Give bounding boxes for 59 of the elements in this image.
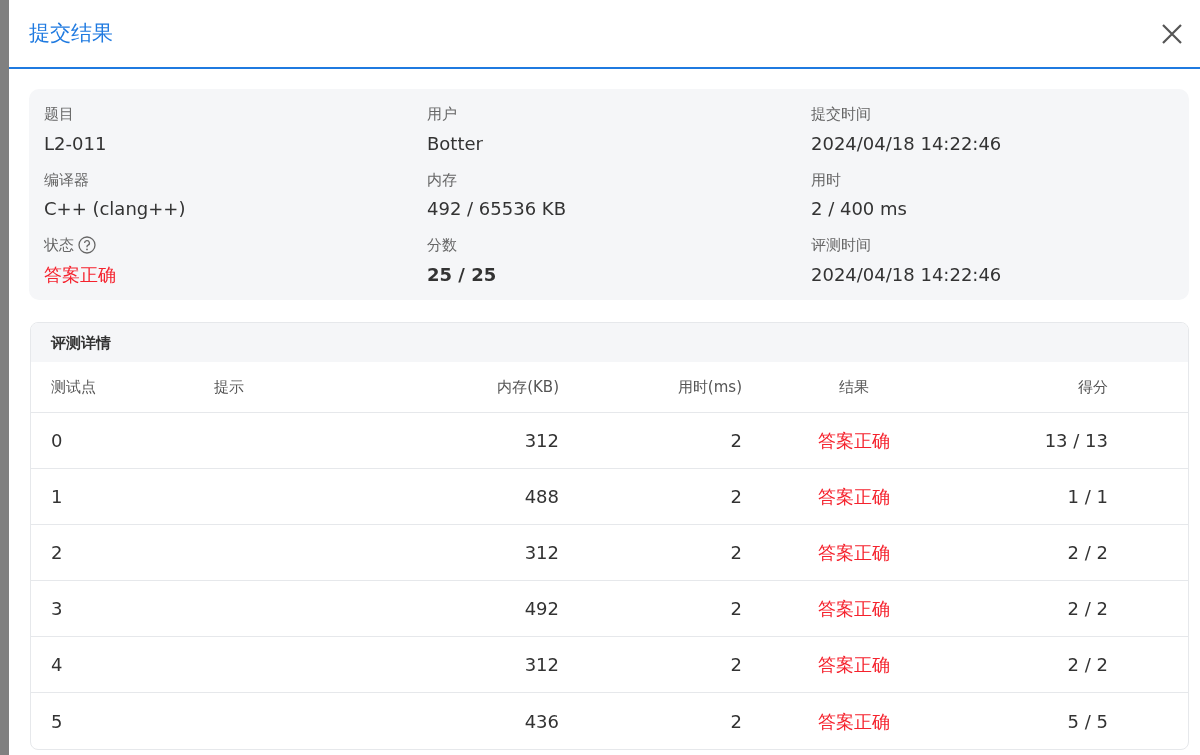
table-cell-text: 436 [523, 709, 559, 734]
table-cell-text: 2 [729, 709, 742, 734]
dialog-title: 提交结果 [29, 19, 113, 47]
field-label: 题目 [44, 104, 74, 125]
column-header: 提示 [214, 376, 245, 398]
column-header: 内存(KB) [496, 376, 559, 398]
field-value: 2024/04/18 14:22:46 [811, 131, 1003, 156]
table-cell-text: 答案正确 [817, 597, 891, 621]
table-cell-text: 5 [50, 709, 64, 734]
table-cell-text: 2 [729, 597, 742, 621]
table-cell-text: 312 [523, 541, 559, 565]
table-cell-text: 2 [729, 541, 742, 565]
table-cell-text: 13 / 13 [1043, 429, 1108, 453]
close-icon [1160, 21, 1184, 46]
table-cell-text: 2 [50, 541, 64, 565]
table-cell-text: 2 [729, 485, 742, 509]
field-value: 答案正确 [44, 262, 117, 287]
column-header: 用时(ms) [676, 376, 742, 398]
table-cell-text: 答案正确 [817, 429, 891, 453]
table-cell-text: 2 / 2 [1066, 541, 1108, 565]
table-cell-text: 312 [523, 653, 559, 677]
table-cell-text: 答案正确 [817, 541, 891, 565]
table-cell-text: 4 [50, 653, 64, 677]
table-cell-text: 答案正确 [817, 653, 891, 677]
column-header: 结果 [838, 376, 870, 398]
table-cell-text: 1 / 1 [1066, 485, 1108, 509]
table-cell-text: 312 [523, 429, 559, 453]
table-cell-text: 5 / 5 [1066, 709, 1108, 734]
field-value: 2 / 400 ms [811, 197, 908, 221]
field-label: 状态 [44, 235, 74, 256]
field-label: 内存 [427, 169, 457, 191]
table-cell-text: 488 [523, 485, 559, 509]
table-cell-text: 2 [729, 429, 742, 453]
field-label: 用户 [427, 104, 457, 125]
field-value: L2-011 [44, 131, 108, 156]
table-cell-text: 答案正确 [817, 709, 891, 734]
table-cell-text: 2 / 2 [1066, 597, 1108, 621]
column-header: 得分 [1077, 376, 1108, 398]
field-value: C++ (clang++) [44, 197, 187, 221]
field-label: 编译器 [44, 169, 89, 191]
column-header: 测试点 [50, 376, 97, 398]
field-value: 25 / 25 [427, 262, 498, 287]
field-label: 分数 [427, 235, 457, 256]
field-value: 492 / 65536 KB [427, 197, 567, 221]
help-icon[interactable] [78, 236, 96, 255]
table-cell-text: 0 [50, 429, 64, 453]
details-title: 评测详情 [31, 322, 1188, 362]
field-value: Botter [427, 131, 484, 156]
field-label: 提交时间 [811, 104, 871, 125]
field-label: 评测时间 [811, 235, 871, 256]
table-cell-text: 2 / 2 [1066, 653, 1108, 677]
close-button[interactable] [1160, 21, 1184, 46]
table-cell-text: 1 [50, 485, 64, 509]
table-cell-text: 答案正确 [817, 485, 891, 509]
field-label: 用时 [811, 169, 841, 191]
table-cell-text: 2 [729, 653, 742, 677]
table-cell-text: 492 [523, 597, 559, 621]
field-value: 2024/04/18 14:22:46 [811, 262, 1003, 287]
table-cell-text: 3 [50, 597, 64, 621]
